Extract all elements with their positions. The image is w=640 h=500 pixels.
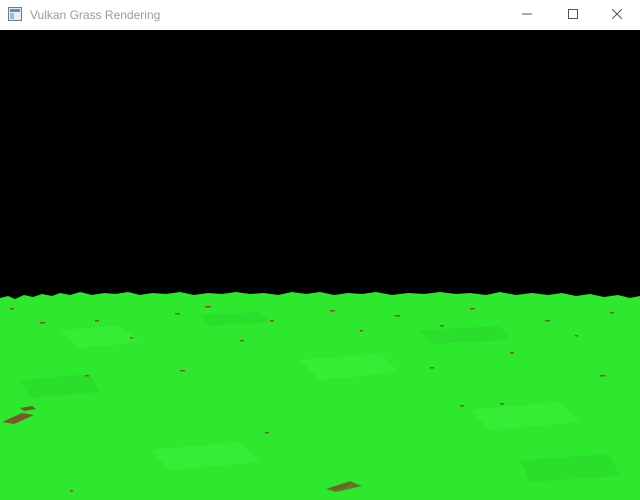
- render-viewport[interactable]: [0, 30, 640, 500]
- close-button[interactable]: [594, 0, 640, 30]
- title-bar[interactable]: Vulkan Grass Rendering: [0, 0, 640, 30]
- minimize-button[interactable]: [504, 0, 550, 30]
- minimize-icon: [522, 6, 532, 24]
- window-title: Vulkan Grass Rendering: [30, 8, 161, 22]
- close-icon: [611, 6, 623, 24]
- maximize-button[interactable]: [550, 0, 596, 30]
- maximize-icon: [568, 6, 578, 24]
- grass-scene: [0, 30, 640, 500]
- app-window: Vulkan Grass Rendering: [0, 0, 640, 500]
- app-window-icon: [8, 7, 22, 21]
